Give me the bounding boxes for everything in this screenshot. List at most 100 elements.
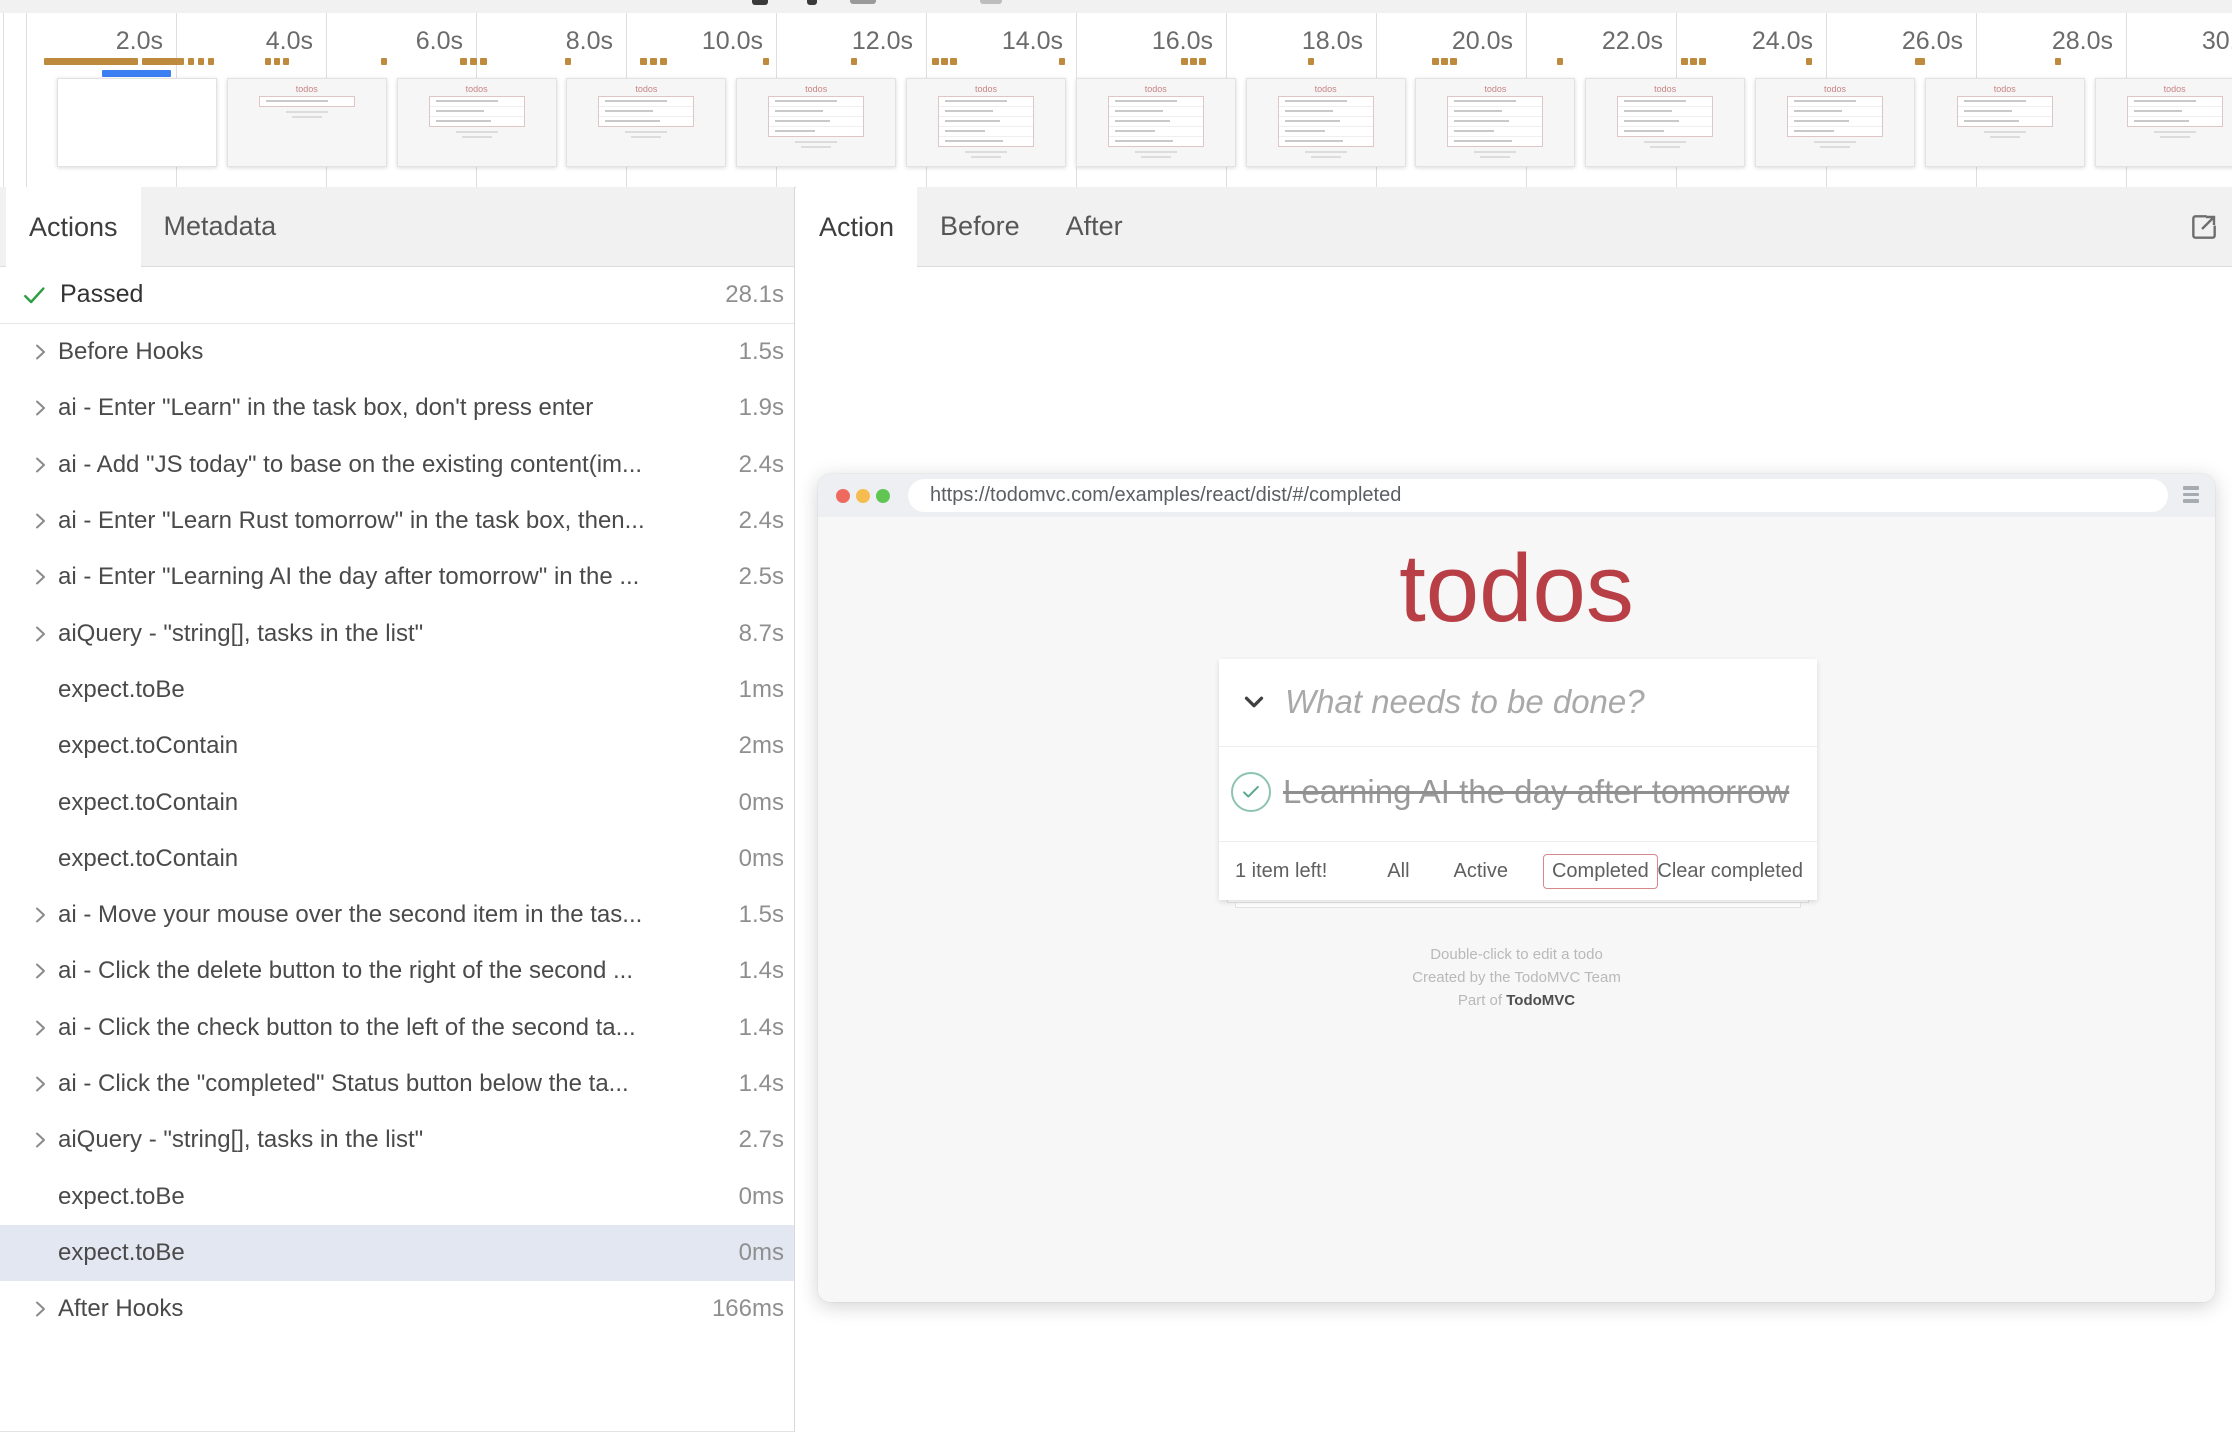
chevron-right-icon[interactable] [28, 509, 58, 533]
action-duration: 1.4s [739, 1014, 784, 1042]
filmstrip-thumbnail[interactable]: todos [397, 78, 557, 167]
mini-todos-title: todos [567, 84, 725, 94]
tab-actions[interactable]: Actions [6, 187, 141, 267]
action-row[interactable]: ai - Enter "Learn" in the task box, don'… [0, 380, 794, 436]
trace-viewer: 2.0s4.0s6.0s8.0s10.0s12.0s14.0s16.0s18.0… [0, 0, 2232, 1432]
filmstrip-thumbnail[interactable]: todos [566, 78, 726, 167]
chevron-right-icon[interactable] [28, 1072, 58, 1096]
action-duration: 1ms [739, 676, 784, 704]
todo-part-of: Part of TodoMVC [818, 989, 2215, 1012]
timeline[interactable]: 2.0s4.0s6.0s8.0s10.0s12.0s14.0s16.0s18.0… [0, 13, 2232, 188]
mini-todo-row [1958, 117, 2052, 126]
chevron-right-icon[interactable] [28, 396, 58, 420]
action-duration: 1.4s [739, 957, 784, 985]
chevron-right-icon[interactable] [28, 340, 58, 364]
action-row[interactable]: expect.toContain2ms [0, 718, 794, 774]
open-snapshot-external-icon[interactable] [2188, 211, 2220, 243]
timeline-action-mark [1190, 58, 1197, 65]
toggle-all-chevron-icon[interactable] [1239, 687, 1269, 717]
tab-after[interactable]: After [1043, 187, 1146, 266]
filmstrip-thumbnail[interactable]: todos [1415, 78, 1575, 167]
action-row[interactable]: ai - Enter "Learning AI the day after to… [0, 549, 794, 605]
filmstrip-thumbnail[interactable]: todos [736, 78, 896, 167]
timeline-tick-label: 22.0s [1523, 27, 1663, 56]
filmstrip-thumbnail[interactable]: todos [1246, 78, 1406, 167]
clear-completed-button[interactable]: Clear completed [1657, 860, 1803, 883]
chevron-right-icon[interactable] [28, 1128, 58, 1152]
mini-todo-row [1788, 97, 1882, 107]
mini-caption-line [1650, 146, 1680, 148]
action-row[interactable]: ai - Click the check button to the left … [0, 1000, 794, 1056]
action-row[interactable]: aiQuery - "string[], tasks in the list"2… [0, 1112, 794, 1168]
action-row[interactable]: aiQuery - "string[], tasks in the list"8… [0, 605, 794, 661]
action-label: After Hooks [58, 1295, 702, 1323]
mini-todo-row [260, 97, 354, 106]
chevron-right-icon[interactable] [28, 453, 58, 477]
action-row[interactable]: ai - Move your mouse over the second ite… [0, 887, 794, 943]
chevron-right-icon[interactable] [28, 903, 58, 927]
action-label: expect.toBe [58, 1239, 729, 1267]
action-label: expect.toContain [58, 789, 729, 817]
mini-todo-row [430, 97, 524, 107]
new-todo-input[interactable]: What needs to be done? [1285, 683, 1645, 721]
action-row[interactable]: ai - Add "JS today" to base on the exist… [0, 437, 794, 493]
filmstrip-thumbnail[interactable]: todos [1755, 78, 1915, 167]
filmstrip-thumbnail[interactable]: todos [1585, 78, 1745, 167]
mini-caption-line [971, 156, 1001, 158]
action-duration: 2.7s [739, 1126, 784, 1154]
tab-action[interactable]: Action [796, 187, 917, 267]
action-row[interactable]: expect.toContain0ms [0, 774, 794, 830]
test-status-row[interactable]: Passed 28.1s [0, 266, 794, 324]
action-row[interactable]: ai - Enter "Learn Rust tomorrow" in the … [0, 493, 794, 549]
mini-caption-line [286, 111, 328, 113]
mini-caption-line [1311, 156, 1341, 158]
action-row[interactable]: expect.toBe 0ms [0, 1225, 794, 1281]
filmstrip-thumbnail[interactable]: todos [2095, 78, 2232, 167]
tab-before[interactable]: Before [917, 187, 1043, 266]
action-row[interactable]: expect.toBe0ms [0, 1168, 794, 1224]
mini-todo-row [1279, 117, 1373, 127]
timeline-action-mark [565, 58, 571, 65]
todo-item-label[interactable]: Learning AI the day after tomorrow [1283, 773, 1789, 811]
timeline-action-mark [283, 58, 289, 65]
timeline-tick-label: 8.0s [473, 27, 613, 56]
mini-todos-title: todos [2096, 84, 2232, 94]
action-label: Before Hooks [58, 338, 729, 366]
mini-todo-row [1448, 117, 1542, 127]
tab-metadata[interactable]: Metadata [141, 187, 300, 266]
mini-caption-line [625, 131, 667, 133]
chevron-right-icon[interactable] [28, 622, 58, 646]
mini-todo-card [1787, 96, 1883, 137]
filter-completed[interactable]: Completed [1543, 854, 1658, 889]
chevron-right-icon[interactable] [28, 565, 58, 589]
filmstrip-thumbnail[interactable]: todos [1925, 78, 2085, 167]
mini-todos-title: todos [907, 84, 1065, 94]
filmstrip-thumbnail[interactable]: todos [1076, 78, 1236, 167]
mini-todo-row [1958, 97, 2052, 107]
mini-todos-title: todos [228, 84, 386, 94]
action-row[interactable]: expect.toContain0ms [0, 831, 794, 887]
filter-active[interactable]: Active [1445, 854, 1517, 889]
filmstrip-thumbnail[interactable]: todos [906, 78, 1066, 167]
action-row[interactable]: ai - Click the delete button to the righ… [0, 943, 794, 999]
chevron-right-icon[interactable] [28, 1297, 58, 1321]
action-row[interactable]: expect.toBe1ms [0, 662, 794, 718]
left-tabbar: Actions Metadata [0, 187, 794, 267]
mini-caption-line [2154, 131, 2196, 133]
mini-todo-row [1448, 97, 1542, 107]
action-row[interactable]: ai - Click the "completed" Status button… [0, 1056, 794, 1112]
filmstrip-thumbnail[interactable]: todos [227, 78, 387, 167]
filter-all[interactable]: All [1378, 854, 1418, 889]
action-rows: Before Hooks1.5sai - Enter "Learn" in th… [0, 324, 794, 1337]
chevron-right-icon[interactable] [28, 1016, 58, 1040]
todo-toggle-checked-icon[interactable] [1231, 772, 1271, 812]
mini-caption-line [965, 151, 1007, 153]
action-duration: 0ms [739, 1239, 784, 1267]
mini-caption-line [292, 116, 322, 118]
chevron-right-icon[interactable] [28, 959, 58, 983]
mini-todo-row [769, 117, 863, 127]
action-row[interactable]: Before Hooks1.5s [0, 324, 794, 380]
action-duration: 2.4s [739, 451, 784, 479]
action-row[interactable]: After Hooks166ms [0, 1281, 794, 1337]
filmstrip-thumbnail[interactable] [57, 78, 217, 167]
